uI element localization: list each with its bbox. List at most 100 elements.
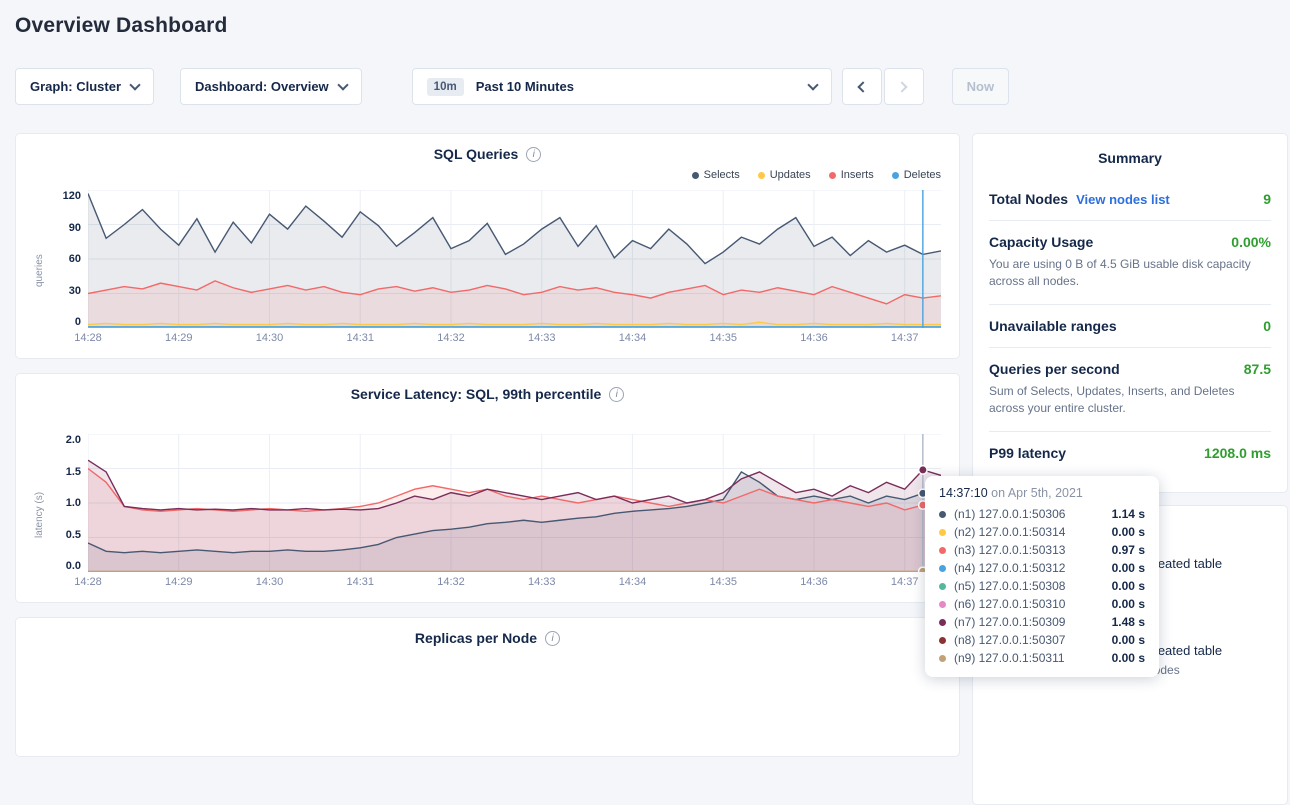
legend-dot-icon xyxy=(829,172,836,179)
tooltip-node-name: (n6) 127.0.0.1:50310 xyxy=(954,597,1065,611)
x-tick-label: 14:31 xyxy=(346,576,374,588)
summary-row: Total NodesView nodes list9 xyxy=(989,178,1271,220)
y-axis-ticks: 1209060300 xyxy=(48,190,88,328)
series-dot-icon xyxy=(939,565,946,572)
summary-label: Queries per second xyxy=(989,361,1120,377)
summary-value: 1208.0 ms xyxy=(1204,445,1271,461)
chart-title-text: Replicas per Node xyxy=(415,630,537,646)
legend-label: Deletes xyxy=(904,169,941,181)
event-subtext: nodes xyxy=(1147,663,1271,677)
plot-area[interactable]: 14:2814:2914:3014:3114:3214:3314:3414:35… xyxy=(88,434,941,596)
y-tick-label: 0.5 xyxy=(66,529,81,541)
tooltip-node-name: (n8) 127.0.0.1:50307 xyxy=(954,633,1065,647)
info-icon[interactable]: i xyxy=(545,631,560,646)
x-tick-label: 14:30 xyxy=(256,332,284,344)
sql-queries-plot[interactable]: queries120906030014:2814:2914:3014:3114:… xyxy=(34,190,941,352)
tooltip-node-value: 0.00 s xyxy=(1112,651,1145,665)
tooltip-node-value: 1.48 s xyxy=(1112,615,1145,629)
time-prev-button[interactable] xyxy=(842,68,882,105)
x-tick-label: 14:33 xyxy=(528,332,556,344)
y-tick-label: 120 xyxy=(63,190,81,202)
summary-description: You are using 0 B of 4.5 GiB usable disk… xyxy=(989,256,1271,291)
tooltip-node-row: (n7) 127.0.0.1:50309 1.48 s xyxy=(939,613,1145,631)
legend-label: Updates xyxy=(770,169,811,181)
y-axis-title: queries xyxy=(34,190,48,352)
tooltip-node-name: (n3) 127.0.0.1:50313 xyxy=(954,543,1065,557)
y-axis-ticks: 2.01.51.00.50.0 xyxy=(48,434,88,572)
plot-area[interactable]: 14:2814:2914:3014:3114:3214:3314:3414:35… xyxy=(88,190,941,352)
y-tick-label: 1.5 xyxy=(66,466,81,478)
time-range-dropdown[interactable]: 10m Past 10 Minutes xyxy=(412,68,832,105)
charts-column: SQL Queries i Selects Updates Inserts Delet… xyxy=(15,133,960,771)
summary-title: Summary xyxy=(989,150,1271,166)
y-axis-title: latency (s) xyxy=(34,434,48,596)
page-title: Overview Dashboard xyxy=(15,14,228,38)
info-icon[interactable]: i xyxy=(526,147,541,162)
summary-label: Unavailable ranges xyxy=(989,318,1117,334)
y-tick-label: 90 xyxy=(69,222,81,234)
graph-dropdown-label: Graph: Cluster xyxy=(30,79,121,94)
tooltip-node-row: (n2) 127.0.0.1:503140.00 s xyxy=(939,523,1145,541)
legend-item-selects[interactable]: Selects xyxy=(692,169,740,181)
summary-value: 0 xyxy=(1263,318,1271,334)
dashboard-dropdown[interactable]: Dashboard: Overview xyxy=(180,68,362,105)
legend-dot-icon xyxy=(758,172,765,179)
service-latency-plot[interactable]: latency (s)2.01.51.00.50.014:2814:2914:3… xyxy=(34,434,941,596)
series-dot-icon xyxy=(939,655,946,662)
summary-label: Capacity Usage xyxy=(989,234,1093,250)
y-tick-label: 0.0 xyxy=(66,560,81,572)
time-range-label: Past 10 Minutes xyxy=(476,79,574,94)
x-tick-label: 14:29 xyxy=(165,332,193,344)
legend-item-deletes[interactable]: Deletes xyxy=(892,169,941,181)
summary-value: 0.00% xyxy=(1231,234,1271,250)
summary-row: P99 latency 1208.0 ms xyxy=(989,431,1271,474)
y-tick-label: 0 xyxy=(75,316,81,328)
summary-description: Sum of Selects, Updates, Inserts, and De… xyxy=(989,383,1271,418)
chevron-down-icon xyxy=(807,79,818,90)
series-dot-icon xyxy=(939,601,946,608)
now-button[interactable]: Now xyxy=(952,68,1009,105)
summary-label: P99 latency xyxy=(989,445,1066,461)
time-range-badge: 10m xyxy=(427,78,464,96)
tooltip-node-row: (n6) 127.0.0.1:50310 0.00 s xyxy=(939,595,1145,613)
tooltip-node-name: (n7) 127.0.0.1:50309 xyxy=(954,615,1065,629)
tooltip-timestamp: 14:37:10 on Apr 5th, 2021 xyxy=(939,486,1145,500)
service-latency-chart-card: Service Latency: SQL, 99th percentile i … xyxy=(15,373,960,603)
x-tick-label: 14:32 xyxy=(437,576,465,588)
chevron-down-icon xyxy=(129,79,140,90)
legend-dot-icon xyxy=(892,172,899,179)
x-tick-label: 14:35 xyxy=(709,576,737,588)
sql-queries-legend: Selects Updates Inserts Deletes xyxy=(34,166,941,184)
legend-item-inserts[interactable]: Inserts xyxy=(829,169,874,181)
tooltip-node-name: (n9) 127.0.0.1:50311 xyxy=(954,651,1065,665)
x-tick-label: 14:37 xyxy=(891,576,919,588)
x-tick-label: 14:31 xyxy=(346,332,374,344)
info-icon[interactable]: i xyxy=(609,387,624,402)
series-dot-icon xyxy=(939,529,946,536)
x-tick-label: 14:34 xyxy=(619,576,647,588)
tooltip-node-row: (n1) 127.0.0.1:503061.14 s xyxy=(939,505,1145,523)
graph-dropdown[interactable]: Graph: Cluster xyxy=(15,68,154,105)
series-dot-icon xyxy=(939,583,946,590)
summary-row: Capacity Usage 0.00% You are using 0 B of … xyxy=(989,220,1271,304)
service-latency-chart-title: Service Latency: SQL, 99th percentile i xyxy=(34,386,941,402)
summary-value: 9 xyxy=(1263,191,1271,207)
tooltip-node-row: (n5) 127.0.0.1:503080.00 s xyxy=(939,577,1145,595)
dashboard-dropdown-label: Dashboard: Overview xyxy=(195,79,329,94)
series-dot-icon xyxy=(939,547,946,554)
right-column: Summary Total NodesView nodes list9Capac… xyxy=(972,133,1288,805)
y-tick-label: 1.0 xyxy=(66,497,81,509)
time-next-button[interactable] xyxy=(884,68,924,105)
tooltip-node-value: 0.00 s xyxy=(1112,597,1145,611)
legend-item-updates[interactable]: Updates xyxy=(758,169,811,181)
tooltip-node-value: 1.14 s xyxy=(1112,507,1145,521)
x-tick-label: 14:32 xyxy=(437,332,465,344)
series-dot-icon xyxy=(939,637,946,644)
sql-queries-chart-title: SQL Queries i xyxy=(34,146,941,162)
legend-dot-icon xyxy=(692,172,699,179)
tooltip-node-value: 0.00 s xyxy=(1112,561,1145,575)
y-tick-label: 30 xyxy=(69,285,81,297)
view-nodes-list-link[interactable]: View nodes list xyxy=(1076,192,1170,207)
summary-row: Queries per second87.5Sum of Selects, Up… xyxy=(989,347,1271,431)
toolbar: Graph: Cluster Dashboard: Overview 10m P… xyxy=(15,68,1009,105)
